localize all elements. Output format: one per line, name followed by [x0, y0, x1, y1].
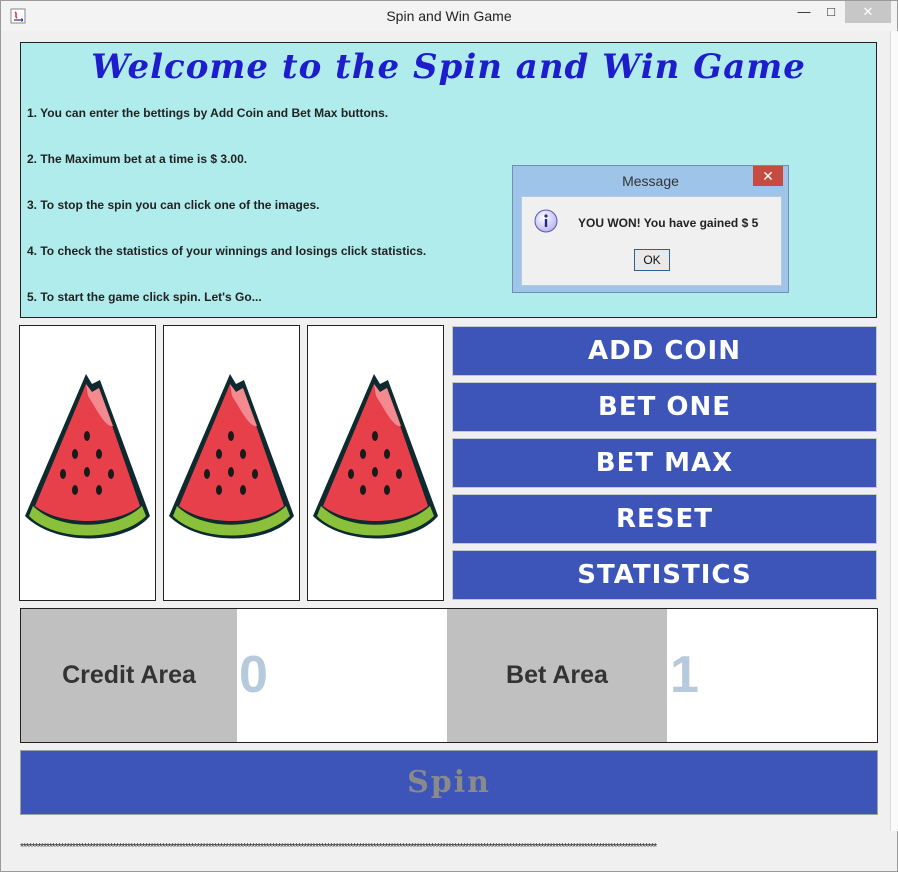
reset-button[interactable]: RESET: [452, 494, 877, 544]
dialog-close-button[interactable]: ✕: [753, 166, 783, 186]
instruction-1: 1. You can enter the bettings by Add Coi…: [27, 106, 389, 120]
game-window: Spin and Win Game — □ ✕ Welcome to the S…: [0, 0, 898, 872]
dialog-title: Message: [622, 173, 679, 189]
watermelon-icon: [313, 374, 438, 539]
bet-one-button[interactable]: BET ONE: [452, 382, 877, 432]
dialog-body: YOU WON! You have gained $ 5 OK: [521, 196, 782, 286]
bet-area-label: Bet Area: [447, 609, 667, 742]
dialog-message: YOU WON! You have gained $ 5: [578, 216, 759, 230]
reel-3[interactable]: [307, 325, 444, 601]
instruction-5: 5. To start the game click spin. Let's G…: [27, 290, 262, 304]
maximize-button[interactable]: □: [817, 1, 845, 23]
statistics-button[interactable]: STATISTICS: [452, 550, 877, 600]
window-title: Spin and Win Game: [386, 8, 512, 24]
footer-separator: ****************************************…: [20, 842, 657, 853]
reel-1[interactable]: [19, 325, 156, 601]
ok-button[interactable]: OK: [634, 249, 670, 271]
bet-max-button[interactable]: BET MAX: [452, 438, 877, 488]
info-icon: [534, 209, 558, 233]
area-panel: Credit Area 0 Bet Area 1: [20, 608, 878, 743]
spin-button[interactable]: Spin: [20, 750, 878, 815]
instruction-3: 3. To stop the spin you can click one of…: [27, 198, 320, 212]
watermelon-icon: [25, 374, 150, 539]
reel-2[interactable]: [163, 325, 300, 601]
credit-area-label: Credit Area: [21, 609, 237, 742]
title-bar[interactable]: Spin and Win Game — □ ✕: [1, 1, 897, 31]
credit-area-value: 0: [237, 609, 447, 742]
background-window-edge: [890, 31, 898, 831]
instruction-2: 2. The Maximum bet at a time is $ 3.00.: [27, 152, 248, 166]
instruction-4: 4. To check the statistics of your winni…: [27, 244, 427, 258]
welcome-title: Welcome to the Spin and Win Game: [91, 47, 806, 87]
watermelon-icon: [169, 374, 294, 539]
message-dialog: Message ✕ YOU WON! You have gained $ 5 O…: [512, 165, 789, 293]
bet-area-value: 1: [667, 609, 877, 742]
add-coin-button[interactable]: ADD COIN: [452, 326, 877, 376]
minimize-button[interactable]: —: [791, 1, 817, 23]
close-button[interactable]: ✕: [845, 1, 891, 23]
